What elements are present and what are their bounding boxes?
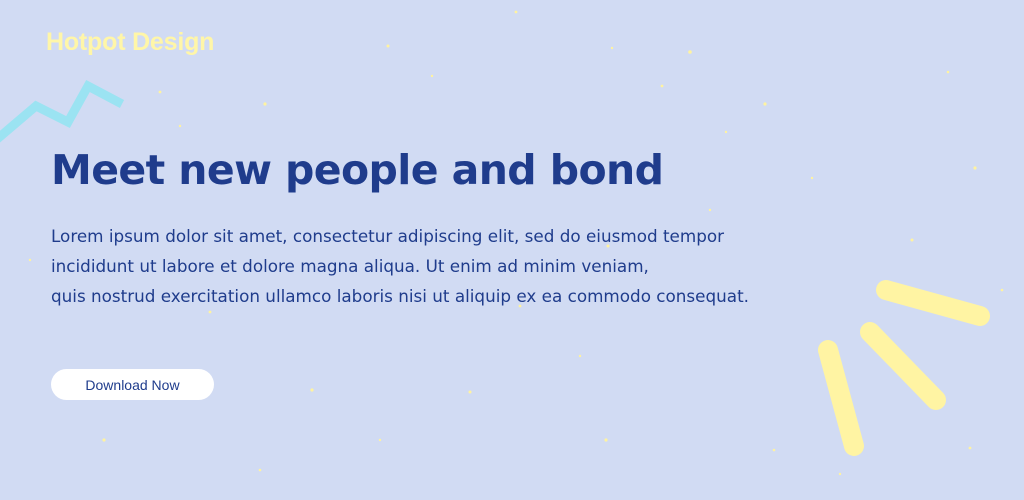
hero-description-line: quis nostrud exercitation ullamco labori…	[51, 286, 749, 306]
hero-headline: Meet new people and bond	[51, 146, 664, 194]
hero-description-line: Lorem ipsum dolor sit amet, consectetur …	[51, 226, 725, 246]
sparkle-rays-decoration	[818, 280, 990, 456]
hero-description: Lorem ipsum dolor sit amet, consectetur …	[51, 221, 871, 311]
hero-description-line: incididunt ut labore et dolore magna ali…	[51, 256, 649, 276]
brand-logo: Hotpot Design	[46, 28, 215, 56]
download-now-button[interactable]: Download Now	[51, 369, 214, 400]
zigzag-decoration	[0, 79, 125, 143]
